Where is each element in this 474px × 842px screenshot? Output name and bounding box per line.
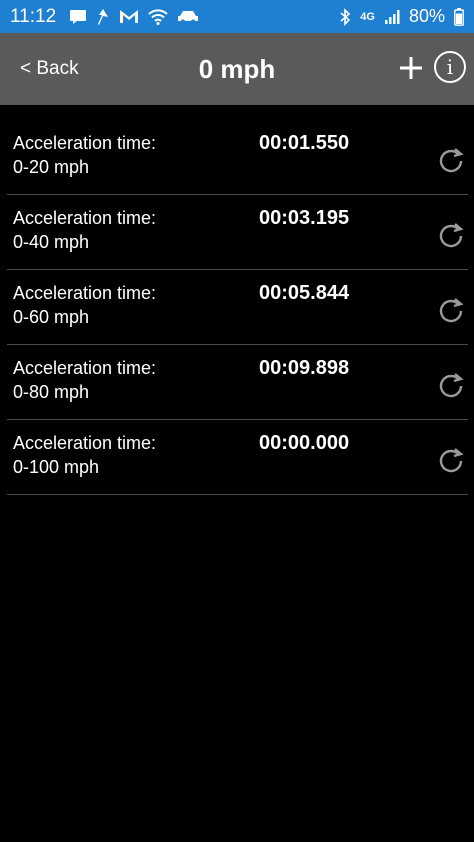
list-item: Acceleration time: 0-40 mph 00:03.195 <box>7 196 468 270</box>
list-item: Acceleration time: 0-20 mph 00:01.550 <box>7 121 468 195</box>
bluetooth-icon <box>339 7 351 26</box>
acceleration-list: Acceleration time: 0-20 mph 00:01.550 Ac… <box>7 121 468 496</box>
row-label-range: 0-40 mph <box>13 232 90 252</box>
network-type: 4G <box>360 10 375 23</box>
row-label-range: 0-80 mph <box>13 382 90 402</box>
row-time: 00:09.898 <box>259 357 350 379</box>
row-label-title: Acceleration time: <box>13 433 157 453</box>
back-button[interactable]: < Back <box>20 33 79 105</box>
row-label-range: 0-20 mph <box>13 157 90 177</box>
list-item: Acceleration time: 0-100 mph 00:00.000 <box>7 421 468 495</box>
row-label: Acceleration time: 0-40 mph <box>13 206 156 254</box>
row-label-title: Acceleration time: <box>13 358 157 378</box>
list-item: Acceleration time: 0-80 mph 00:09.898 <box>7 346 468 420</box>
info-icon[interactable]: i <box>434 51 466 83</box>
reset-icon[interactable] <box>437 145 465 173</box>
row-label-range: 0-60 mph <box>13 307 90 327</box>
list-item: Acceleration time: 0-60 mph 00:05.844 <box>7 271 468 345</box>
car-icon <box>177 10 199 24</box>
row-time: 00:05.844 <box>259 282 350 304</box>
wifi-icon <box>148 8 168 25</box>
reset-icon[interactable] <box>437 220 465 248</box>
row-label: Acceleration time: 0-80 mph <box>13 356 156 404</box>
row-time: 00:00.000 <box>259 432 350 454</box>
reset-icon[interactable] <box>437 445 465 473</box>
row-label-title: Acceleration time: <box>13 283 157 303</box>
battery-icon <box>454 7 464 26</box>
row-time: 00:03.195 <box>259 207 350 229</box>
row-label: Acceleration time: 0-60 mph <box>13 281 156 329</box>
network-icon: 4G <box>360 11 375 23</box>
info-glyph: i <box>446 55 454 79</box>
clock: 11:12 <box>10 5 57 27</box>
signal-icon <box>384 9 400 25</box>
app-header: < Back 0 mph i <box>0 33 474 105</box>
reset-icon[interactable] <box>437 370 465 398</box>
row-label-title: Acceleration time: <box>13 208 157 228</box>
row-label-range: 0-100 mph <box>13 457 100 477</box>
row-label-title: Acceleration time: <box>13 133 157 153</box>
status-bar-right: 4G 80% <box>339 6 464 27</box>
reset-icon[interactable] <box>437 295 465 323</box>
plus-icon[interactable] <box>396 53 426 83</box>
route-icon <box>96 8 110 26</box>
status-bar: 11:12 4G 80% <box>0 0 474 33</box>
battery-percent: 80% <box>408 6 445 26</box>
message-icon <box>69 9 87 25</box>
row-time: 00:01.550 <box>259 132 350 154</box>
status-bar-left: 11:12 <box>10 6 199 28</box>
gmail-icon <box>119 9 139 24</box>
row-label: Acceleration time: 0-20 mph <box>13 131 156 179</box>
row-label: Acceleration time: 0-100 mph <box>13 431 156 479</box>
